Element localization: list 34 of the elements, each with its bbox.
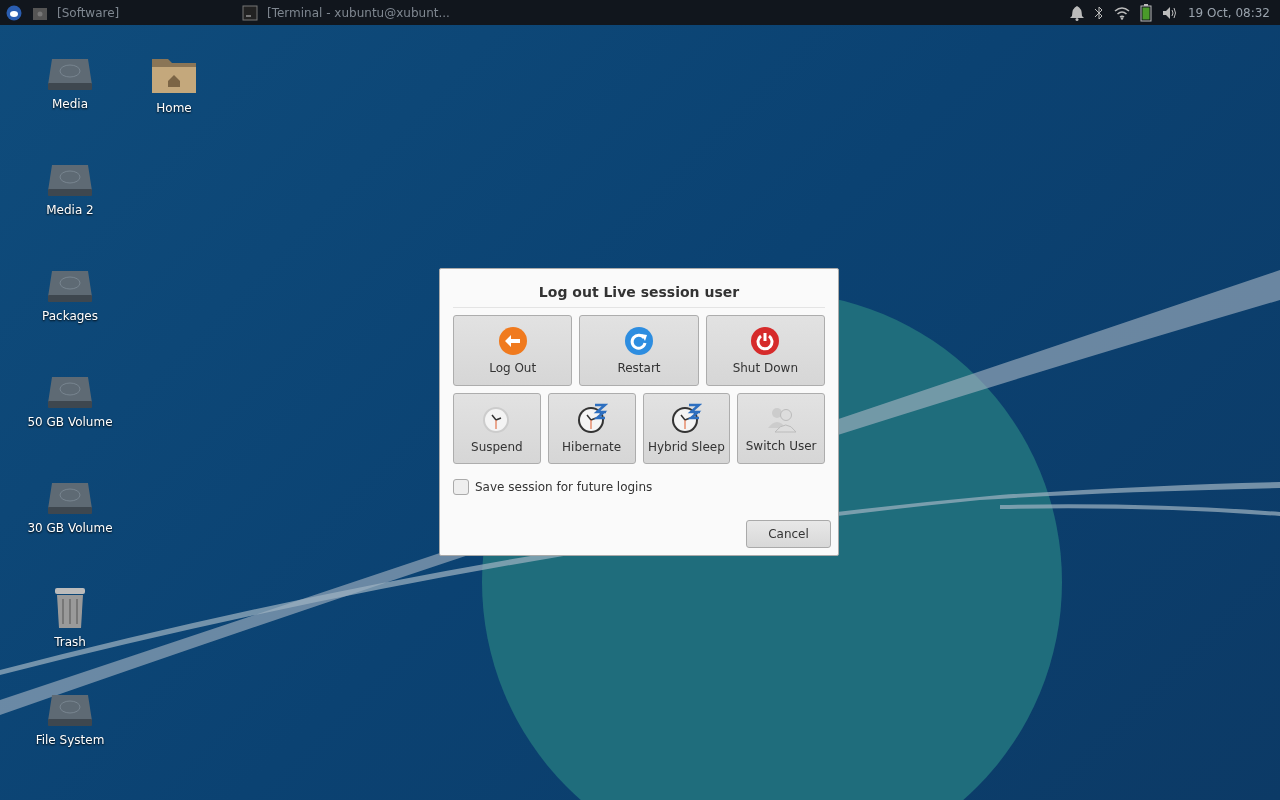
desktop-icon-label[interactable]: Packages: [42, 309, 98, 323]
desktop-icon-label[interactable]: Trash: [54, 635, 86, 649]
mouse-logo-icon[interactable]: [6, 4, 22, 21]
bell-icon[interactable]: [1069, 4, 1084, 21]
suspend-button[interactable]: Suspend: [453, 393, 541, 464]
hybrid-button[interactable]: Hybrid Sleep: [642, 393, 731, 464]
cancel-button[interactable]: Cancel: [746, 520, 831, 548]
clock-sleep-icon: [575, 403, 608, 435]
trash-icon: [53, 585, 87, 629]
desktop-icon-label[interactable]: File System: [35, 733, 105, 747]
desktop-icon-label[interactable]: 50 GB Volume: [27, 415, 113, 429]
checkbox-label[interactable]: Save session for future logins: [475, 480, 653, 494]
hibernate-button[interactable]: Hibernate: [547, 393, 636, 464]
window-task-button[interactable]: [Terminal - xubuntu@xubunt...: [267, 5, 450, 20]
desktop-icon-label[interactable]: 30 GB Volume: [27, 521, 113, 535]
desktop-icon-label[interactable]: Media: [51, 97, 88, 111]
terminal-icon: [242, 4, 258, 21]
checkbox[interactable]: [453, 479, 469, 495]
clock-text[interactable]: 19 Oct, 08:32: [1187, 5, 1270, 20]
window-task-button[interactable]: [Software]: [57, 5, 120, 20]
wifi-icon[interactable]: [1113, 5, 1130, 20]
battery-icon[interactable]: [1139, 3, 1152, 22]
dialog-title: Log out Live session user: [453, 269, 825, 308]
restart-button[interactable]: Restart: [579, 315, 699, 386]
volume-icon[interactable]: [1161, 5, 1178, 20]
logout-button[interactable]: Log Out: [453, 315, 573, 386]
shutdown-button[interactable]: Shut Down: [705, 315, 825, 386]
clock-sleep-icon: [670, 403, 703, 435]
desktop-icon-label[interactable]: Media 2: [46, 203, 94, 217]
power-icon: [750, 326, 781, 356]
refresh-icon: [624, 326, 654, 356]
switch-button[interactable]: Switch User: [737, 393, 825, 464]
bluetooth-icon[interactable]: [1093, 4, 1104, 21]
desktop-icon-label[interactable]: Home: [156, 101, 192, 115]
